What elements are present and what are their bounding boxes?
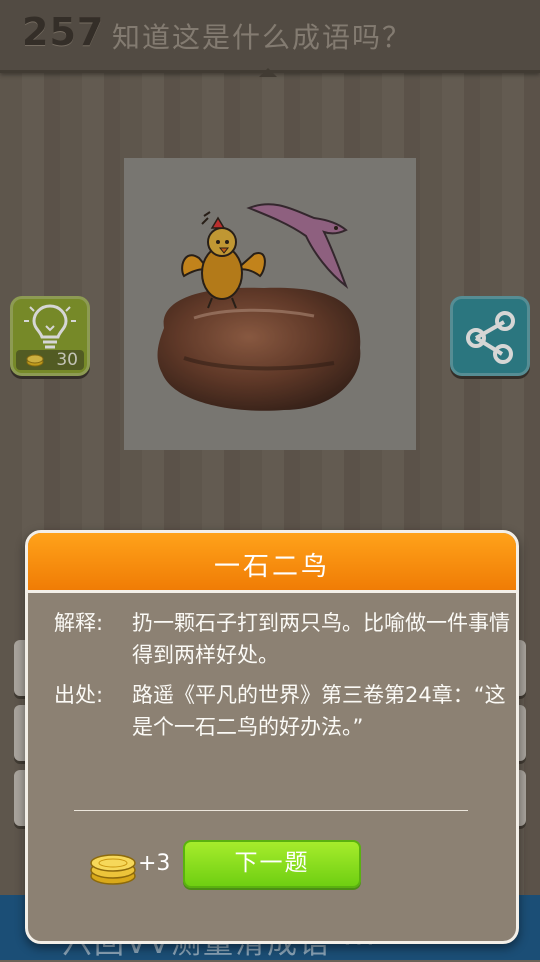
answer-dialog: 一石二鸟 解释: 扔一颗石子打到两只鸟。比喻做一件事情得到两样好处。 出处: 路…	[25, 530, 519, 944]
explanation-label: 解释:	[54, 611, 104, 635]
source-label: 出处:	[54, 683, 104, 707]
idiom-title: 一石二鸟	[213, 552, 330, 582]
explanation-text: 扔一颗石子打到两只鸟。比喻做一件事情得到两样好处。	[132, 611, 510, 667]
source-text: 路遥《平凡的世界》第三卷第24章：“这是个一石二鸟的好办法。”	[132, 683, 506, 739]
coins-icon	[90, 854, 136, 885]
dialog-title-bar: 一石二鸟	[28, 533, 516, 593]
divider	[74, 810, 468, 811]
coin-reward: +3	[138, 851, 171, 876]
next-question-button[interactable]: 下一题	[183, 840, 361, 888]
